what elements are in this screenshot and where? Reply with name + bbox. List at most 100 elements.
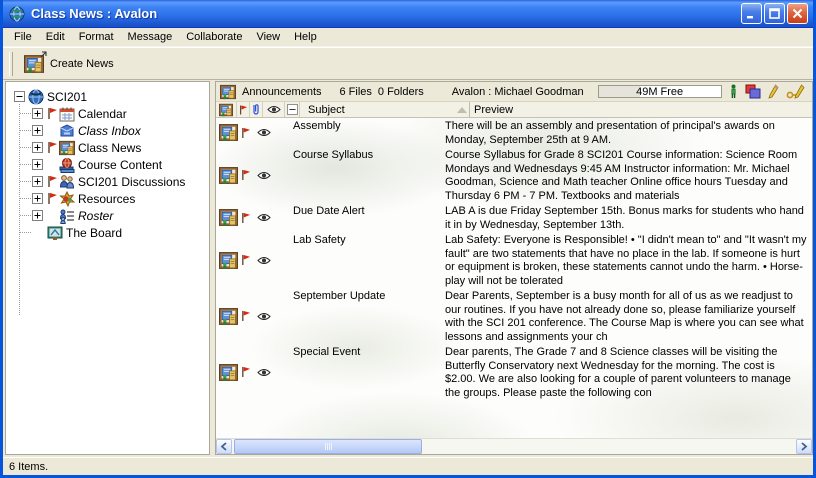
tree-label: The Board — [66, 226, 122, 240]
scroll-right-button[interactable] — [796, 439, 812, 454]
menu-collaborate[interactable]: Collaborate — [179, 29, 249, 45]
approve-key-pencil-icon — [786, 84, 806, 99]
menu-message[interactable]: Message — [121, 29, 180, 45]
tree-item-calendar[interactable]: Calendar — [6, 105, 209, 122]
pane-header: Announcements 6 Files 0 Folders Avalon :… — [216, 82, 812, 102]
message-row[interactable]: Due Date Alert LAB A is due Friday Septe… — [216, 203, 812, 232]
expand-box-icon[interactable] — [32, 210, 43, 221]
column-item-icon[interactable] — [216, 102, 237, 117]
flag-icon — [241, 212, 251, 224]
close-button[interactable] — [787, 3, 808, 24]
new-item-arrow-icon — [40, 50, 48, 58]
eye-icon — [257, 256, 271, 265]
resources-icon — [59, 191, 75, 207]
tree-label: Roster — [78, 209, 113, 223]
message-subject: Special Event — [276, 344, 441, 400]
column-preview[interactable]: Preview — [470, 102, 812, 117]
conference-tree: SCI201 Calendar — [5, 81, 210, 455]
create-news-label: Create News — [50, 58, 114, 70]
column-subject[interactable]: Subject — [300, 102, 454, 117]
column-collapse-all[interactable] — [285, 102, 300, 117]
menu-help[interactable]: Help — [287, 29, 324, 45]
eye-icon — [257, 171, 271, 180]
eye-icon — [257, 128, 271, 137]
tree-item-sci201[interactable]: SCI201 — [6, 88, 209, 105]
shared-layers-icon — [745, 84, 761, 99]
flag-icon — [241, 127, 251, 139]
toolbar: Create News — [3, 47, 813, 80]
chevron-left-icon — [220, 442, 228, 451]
flag-icon — [241, 169, 251, 181]
free-space-gauge: 49M Free — [598, 85, 722, 98]
tree-item-course-content[interactable]: Course Content — [6, 156, 209, 173]
news-icon — [59, 140, 75, 156]
message-row[interactable]: Assembly There will be an assembly and p… — [216, 118, 812, 147]
paperclip-icon — [252, 103, 260, 116]
scrollbar-track[interactable] — [232, 439, 796, 454]
message-list: Assembly There will be an assembly and p… — [216, 118, 812, 438]
message-row[interactable]: Course Syllabus Course Syllabus for Grad… — [216, 147, 812, 203]
discussions-icon — [59, 174, 75, 190]
title-bar: Class News : Avalon — [3, 0, 813, 28]
flag-icon — [47, 175, 58, 188]
tree-item-resources[interactable]: Resources — [6, 190, 209, 207]
inbox-icon — [59, 123, 75, 139]
menu-bar: File Edit Format Message Collaborate Vie… — [3, 28, 813, 47]
subject-header-label: Subject — [308, 104, 345, 116]
course-content-icon — [59, 157, 75, 173]
message-row[interactable]: Lab Safety Lab Safety: Everyone is Respo… — [216, 232, 812, 288]
item-count: 6 Items. — [9, 461, 48, 473]
expand-box-icon[interactable] — [32, 193, 43, 204]
board-icon — [47, 225, 63, 241]
flag-icon — [47, 141, 58, 154]
sort-up-icon — [457, 107, 467, 113]
message-row[interactable]: September Update Dear Parents, September… — [216, 288, 812, 344]
message-preview: Dear Parents, September is a busy month … — [441, 288, 812, 344]
menu-file[interactable]: File — [7, 29, 39, 45]
message-subject: Lab Safety — [276, 232, 441, 288]
message-preview: There will be an assembly and presentati… — [441, 118, 812, 147]
expand-box-icon[interactable] — [32, 176, 43, 187]
free-space-label: 49M Free — [636, 86, 683, 98]
news-item-icon — [219, 363, 238, 382]
tree-label: Class Inbox — [78, 124, 141, 138]
column-attachment[interactable] — [250, 102, 263, 117]
roster-icon — [59, 208, 75, 224]
menu-view[interactable]: View — [249, 29, 287, 45]
message-subject: Due Date Alert — [276, 203, 441, 232]
expand-box-icon[interactable] — [32, 125, 43, 136]
server-user: Avalon : Michael Goodman — [452, 86, 584, 98]
collapse-box-icon[interactable] — [14, 91, 25, 102]
eye-icon — [257, 213, 271, 222]
news-item-icon — [219, 307, 238, 326]
news-icon — [220, 84, 236, 100]
tree-item-class-news[interactable]: Class News — [6, 139, 209, 156]
tree-item-roster[interactable]: Roster — [6, 207, 209, 224]
scrollbar-thumb[interactable] — [234, 439, 422, 454]
scroll-left-button[interactable] — [216, 439, 232, 454]
tree-item-class-inbox[interactable]: Class Inbox — [6, 122, 209, 139]
column-flag[interactable] — [237, 102, 250, 117]
flag-icon — [47, 107, 58, 120]
maximize-button[interactable] — [764, 3, 785, 24]
flag-icon — [239, 104, 248, 116]
message-subject: Assembly — [276, 118, 441, 147]
tree-label: Resources — [78, 192, 135, 206]
expand-box-icon[interactable] — [32, 159, 43, 170]
toolbar-gripper[interactable] — [9, 52, 13, 76]
menu-format[interactable]: Format — [72, 29, 121, 45]
menu-edit[interactable]: Edit — [39, 29, 72, 45]
tree-item-sci201-discussions[interactable]: SCI201 Discussions — [6, 173, 209, 190]
column-unread[interactable] — [263, 102, 285, 117]
tree-label: SCI201 Discussions — [78, 175, 185, 189]
message-row[interactable]: Special Event Dear parents, The Grade 7 … — [216, 344, 812, 400]
file-count: 6 Files — [340, 86, 372, 98]
tree-item-the-board[interactable]: The Board — [6, 224, 209, 241]
expand-box-icon[interactable] — [32, 108, 43, 119]
minimize-button[interactable] — [741, 3, 762, 24]
app-globe-icon — [9, 6, 25, 22]
create-news-button[interactable]: Create News — [19, 50, 123, 78]
message-preview: Lab Safety: Everyone is Responsible! • "… — [441, 232, 812, 288]
expand-box-icon[interactable] — [32, 142, 43, 153]
tree-label: Course Content — [78, 158, 162, 172]
